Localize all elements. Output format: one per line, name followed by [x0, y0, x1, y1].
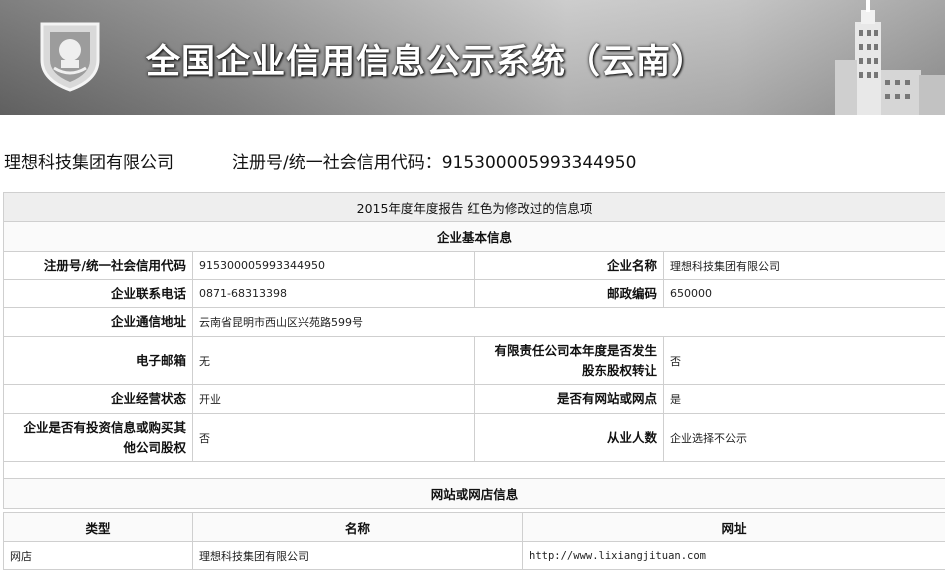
reg-code-label: 注册号/统一社会信用代码	[3, 251, 193, 280]
investment-label: 企业是否有投资信息或购买其他公司股权	[3, 413, 193, 462]
website-info-heading: 网站或网店信息	[2, 478, 945, 509]
company-name: 理想科技集团有限公司	[4, 153, 174, 173]
postcode-value: 650000	[662, 279, 945, 308]
email-value: 无	[192, 336, 475, 385]
email-label: 电子邮箱	[3, 336, 193, 385]
address-label: 企业通信地址	[3, 307, 193, 337]
national-emblem-icon	[40, 22, 100, 92]
website-type: 网店	[3, 541, 193, 570]
building-image	[835, 0, 945, 115]
registration-code: 注册号/统一社会信用代码：915300005993344950	[232, 153, 637, 173]
header-banner: 全国企业信用信息公示系统（云南）	[0, 0, 945, 115]
investment-value: 否	[192, 413, 475, 462]
website-url[interactable]: http://www.lixiangjituan.com	[522, 541, 945, 570]
basic-info-heading: 企业基本信息	[2, 221, 945, 252]
employees-value: 企业选择不公示	[662, 413, 945, 462]
phone-label: 企业联系电话	[3, 279, 193, 308]
website-table: 类型 名称 网址 网店 理想科技集团有限公司 http://www.lixian…	[3, 512, 945, 570]
operating-status-label: 企业经营状态	[3, 384, 193, 414]
column-header-name: 名称	[192, 512, 523, 542]
report-caption: 2015年度年度报告 红色为修改过的信息项	[2, 192, 945, 222]
column-header-url: 网址	[522, 512, 945, 542]
annual-report-table: 2015年度年度报告 红色为修改过的信息项 企业基本信息 注册号/统一社会信用代…	[2, 192, 945, 509]
address-value: 云南省昆明市西山区兴苑路599号	[191, 307, 945, 337]
equity-transfer-value: 否	[662, 336, 945, 385]
equity-transfer-label: 有限责任公司本年度是否发生股东股权转让	[474, 336, 664, 385]
reg-code-value: 915300005993344950	[192, 251, 475, 280]
website-name: 理想科技集团有限公司	[192, 541, 523, 570]
employees-label: 从业人数	[474, 413, 664, 462]
company-name-value: 理想科技集团有限公司	[662, 251, 945, 280]
table-spacer	[2, 461, 945, 479]
table-row: 网店 理想科技集团有限公司 http://www.lixiangjituan.c…	[3, 541, 945, 570]
column-header-type: 类型	[3, 512, 193, 542]
website-flag-label: 是否有网站或网点	[474, 384, 664, 414]
postcode-label: 邮政编码	[474, 279, 664, 308]
phone-value: 0871-68313398	[192, 279, 475, 308]
page-title: 全国企业信用信息公示系统（云南）	[146, 42, 706, 82]
website-flag-value: 是	[662, 384, 945, 414]
operating-status-value: 开业	[192, 384, 475, 414]
company-name-label: 企业名称	[474, 251, 664, 280]
